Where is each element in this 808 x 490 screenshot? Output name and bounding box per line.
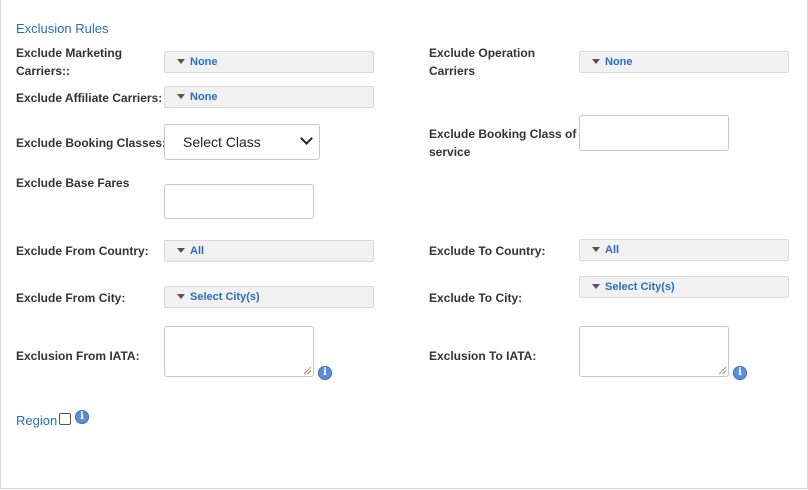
exclude-from-country-dropdown[interactable]: All: [164, 240, 374, 262]
label-line: Exclude Booking Class of: [429, 127, 577, 141]
dropdown-value: Select City(s): [190, 291, 260, 303]
caret-down-icon: [592, 246, 600, 252]
dropdown-value: All: [605, 244, 620, 256]
exclude-booking-classes-label: Exclude Booking Classes:: [16, 136, 167, 150]
exclude-operation-carriers-dropdown[interactable]: None: [579, 51, 789, 73]
booking-class-select[interactable]: Select Class: [164, 124, 320, 160]
info-icon[interactable]: i: [75, 410, 89, 424]
info-icon[interactable]: i: [733, 366, 747, 380]
info-icon[interactable]: i: [318, 366, 332, 380]
from-iata-textarea[interactable]: [164, 326, 314, 377]
exclude-marketing-carriers-dropdown[interactable]: None: [164, 51, 374, 73]
exclude-from-country-label: Exclude From Country:: [16, 244, 149, 258]
label-line: Exclude Marketing: [16, 46, 123, 60]
region-checkbox[interactable]: [59, 413, 71, 425]
exclude-booking-class-of-service-label: Exclude Booking Class of service: [429, 125, 576, 161]
caret-down-icon: [592, 283, 600, 289]
exclude-to-city-label: Exclude To City:: [429, 291, 523, 305]
dropdown-value: All: [190, 245, 205, 257]
exclude-from-city-label: Exclude From City:: [16, 291, 126, 305]
exclude-to-country-label: Exclude To Country:: [429, 244, 546, 258]
base-fares-input[interactable]: [164, 184, 314, 219]
select-value: Select Class: [183, 134, 261, 150]
label-line: service: [429, 145, 471, 159]
section-title: Exclusion Rules: [16, 21, 109, 36]
resize-grip-icon[interactable]: [304, 367, 311, 374]
caret-down-icon: [177, 293, 185, 299]
label-line: Exclude Operation: [429, 46, 536, 60]
dropdown-value: None: [190, 91, 218, 103]
resize-grip-icon[interactable]: [719, 367, 726, 374]
label-line: Carriers: [429, 64, 476, 78]
chevron-down-icon: [300, 132, 313, 145]
exclusion-to-iata-label: Exclusion To IATA:: [429, 349, 537, 363]
dropdown-value: Select City(s): [605, 281, 675, 293]
exclude-base-fares-label: Exclude Base Fares: [16, 176, 130, 190]
caret-down-icon: [177, 58, 185, 64]
booking-class-of-service-input[interactable]: [579, 115, 729, 151]
dropdown-value: None: [605, 56, 633, 68]
region-label[interactable]: Region: [16, 413, 57, 428]
label-line: Carriers::: [16, 64, 71, 78]
exclude-operation-carriers-label: Exclude Operation Carriers: [429, 44, 535, 80]
dropdown-value: None: [190, 56, 218, 68]
exclude-marketing-carriers-label: Exclude Marketing Carriers::: [16, 44, 122, 80]
exclude-to-city-dropdown[interactable]: Select City(s): [579, 276, 789, 298]
to-iata-textarea[interactable]: [579, 326, 729, 377]
caret-down-icon: [177, 93, 185, 99]
exclude-to-country-dropdown[interactable]: All: [579, 239, 789, 261]
exclude-from-city-dropdown[interactable]: Select City(s): [164, 286, 374, 308]
caret-down-icon: [592, 58, 600, 64]
exclusion-from-iata-label: Exclusion From IATA:: [16, 349, 140, 363]
exclude-affiliate-carriers-label: Exclude Affiliate Carriers:: [16, 91, 163, 105]
exclude-affiliate-carriers-dropdown[interactable]: None: [164, 86, 374, 108]
caret-down-icon: [177, 247, 185, 253]
